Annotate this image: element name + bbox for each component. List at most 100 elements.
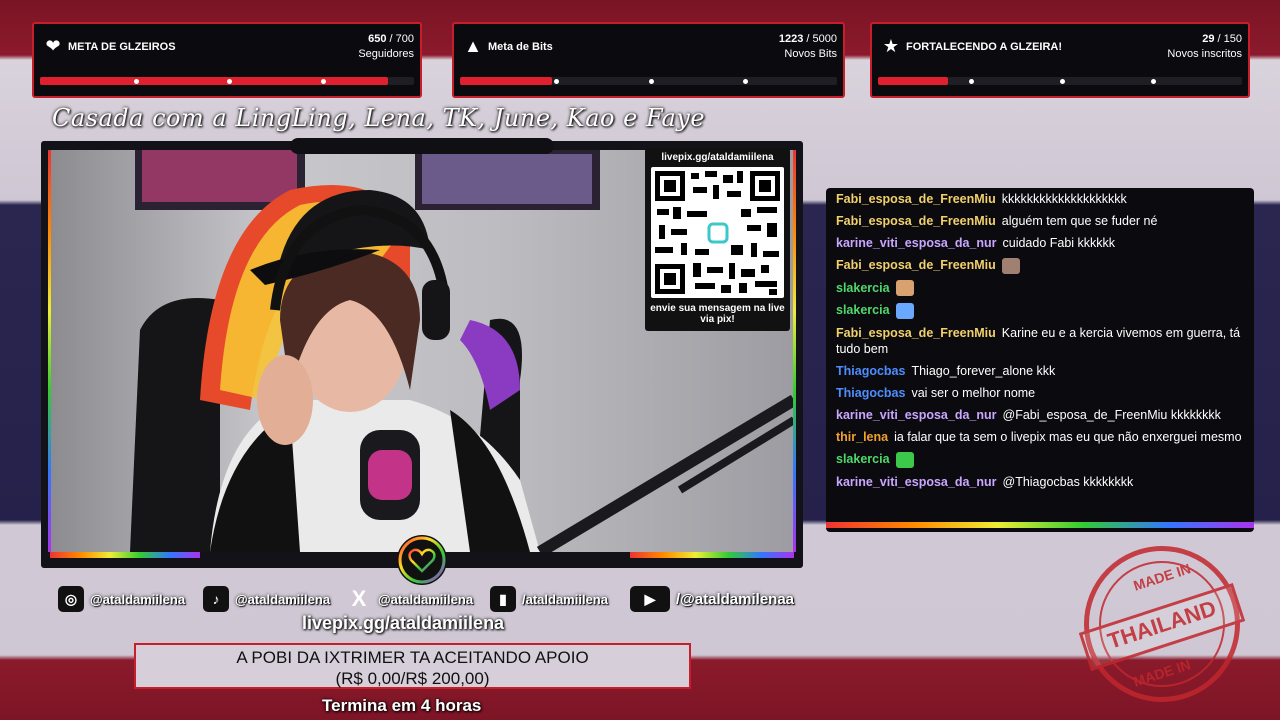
goal-progress-fill [460,77,553,85]
chat-username[interactable]: Fabi_esposa_de_FreenMiu [836,326,996,340]
made-in-thailand-stamp: MADE IN THAILAND MADE IN [1078,546,1246,702]
progress-marker [320,79,326,84]
chat-message: karine_viti_esposa_da_nur @Thiagocbas kkk… [826,473,1254,491]
youtube-icon: ▶ [630,586,670,612]
qr-caption: envie sua mensagem na live via pix! [650,303,785,325]
chat-emote-icon [895,280,914,297]
chat-username[interactable]: thir_lena [836,430,888,444]
chat-username[interactable]: karine_viti_esposa_da_nur [836,408,997,422]
rainbow-strip [793,150,796,552]
progress-marker [742,79,748,84]
progress-marker [1060,79,1065,84]
rainbow-strip [630,552,794,558]
goal-subtitle: Novos inscritos [1167,48,1242,60]
chat-username[interactable]: Fabi_esposa_de_FreenMiu [836,214,996,228]
chat-username[interactable]: slakercia [836,452,890,466]
bits-goal: ▲ Meta de Bits 1223 / 5000 Novos Bits [452,22,845,98]
goal-progress-bar [460,77,837,85]
tiktok-icon: ♪ [203,586,229,612]
chat-username[interactable]: Fabi_esposa_de_FreenMiu [836,258,996,272]
chat-username[interactable]: slakercia [836,281,890,295]
goal-title: FORTALECENDO A GLZEIRA! [906,41,1063,53]
twitch-icon: ▮ [490,586,516,612]
social-tiktok[interactable]: ♪ @ataldamiilena [203,585,330,613]
social-instagram[interactable]: ◎ @ataldamiilena [58,585,185,613]
progress-marker [554,79,560,84]
bits-icon: ▲ [464,36,482,56]
goal-current: 1223 [778,33,804,45]
chat-message: Fabi_esposa_de_FreenMiu Karine eu e a ker… [826,324,1254,358]
donation-timer: Termina em 4 horas [322,696,482,715]
chat-message: Thiagocbas Thiago_forever_alone kkk [826,362,1254,380]
goal-title: Meta de Bits [488,41,553,53]
goal-title: META DE GLZEIROS [68,41,176,53]
qr-code [651,167,784,298]
chat-message: slakercia [826,450,1254,469]
chat-text: @Fabi_esposa_de_FreenMiu kkkkkkkk [1002,408,1221,423]
social-handle: /ataldamiilena [522,591,608,607]
goal-progress-bar [878,77,1242,85]
goal-current: 29 [1202,33,1215,45]
chat-message: Fabi_esposa_de_FreenMiu alguém tem que se… [826,212,1254,230]
subs-goal: ★ FORTALECENDO A GLZEIRA! 29 / 150 Novos… [870,22,1250,98]
goal-progress-fill [878,77,949,85]
livepix-link[interactable]: livepix.gg/ataldamiilena [302,613,504,634]
goal-subtitle: Seguidores [358,48,414,60]
progress-marker [1151,79,1156,84]
chat-message: karine_viti_esposa_da_nur cuidado Fabi kk… [826,234,1254,252]
qr-url: livepix.gg/ataldamiilena [661,152,774,163]
chat-message: karine_viti_esposa_da_nur @Fabi_esposa_de… [826,406,1254,424]
progress-marker [227,79,232,84]
chat-panel[interactable]: Fabi_esposa_de_FreenMiu kkkkkkkkkkkkkkkkk… [826,188,1254,532]
social-handle: @ataldamiilena [235,591,331,607]
rainbow-strip [48,150,51,552]
chat-message: Fabi_esposa_de_FreenMiu [826,256,1254,275]
rainbow-strip [50,552,200,558]
social-x[interactable]: X @ataldamiilena [346,585,473,613]
chat-text: alguém tem que se fuder né [1001,214,1158,228]
chat-rainbow-strip [826,522,1254,528]
chat-message: Thiagocbas vai ser o melhor nome [826,384,1254,402]
progress-marker [969,79,974,84]
donation-goal-box: A POBI DA IXTRIMER TA ACEITANDO APOIO (R… [134,643,691,689]
social-youtube[interactable]: ▶ /@ataldamilenaa [630,585,794,613]
chat-username[interactable]: karine_viti_esposa_da_nur [836,475,997,489]
chat-emote-icon [895,303,914,320]
chat-text: Thiago_forever_alone kkk [911,364,1056,379]
goal-progress-fill [40,77,388,85]
goal-total: / 700 [386,33,414,45]
chat-username[interactable]: slakercia [836,303,890,317]
social-handle: @ataldamiilena [378,591,474,607]
social-handle: /@ataldamilenaa [676,590,795,608]
chat-username[interactable]: Thiagocbas [836,386,905,400]
chat-username[interactable]: Fabi_esposa_de_FreenMiu [836,192,996,206]
chat-message: slakercia [826,301,1254,320]
progress-marker [648,79,654,84]
goal-subtitle: Novos Bits [784,48,837,60]
chat-username[interactable]: Thiagocbas [836,364,905,378]
chat-username[interactable]: karine_viti_esposa_da_nur [836,236,997,250]
heart-icon: ❤ [45,36,61,56]
qr-pattern [655,171,780,295]
goal-total: / 150 [1214,33,1242,45]
followers-goal: ❤ META DE GLZEIROS 650 / 700 Seguidores [32,22,422,98]
heart-logo-icon [397,535,447,585]
chat-emote-icon [895,451,914,468]
chat-messages: Fabi_esposa_de_FreenMiu kkkkkkkkkkkkkkkkk… [826,188,1254,491]
goal-current: 650 [368,33,387,45]
donation-amount: (R$ 0,00/R$ 200,00) [335,669,490,688]
webcam-top-bar [290,138,554,154]
chat-emote-icon [1001,257,1020,274]
chat-text: kkkkkkkkkkkkkkkkkkkk [1001,192,1127,206]
progress-marker [133,79,139,84]
stream-tagline: Casada com a LingLing, Lena, TK, June, K… [52,104,706,132]
x-icon: X [351,586,367,611]
chat-text: cuidado Fabi kkkkkk [1002,236,1116,250]
chat-message: thir_lena ia falar que ta sem o livepix m… [826,428,1254,446]
chat-text: vai ser o melhor nome [911,386,1036,401]
social-handle: @ataldamiilena [90,591,186,607]
chat-message: Fabi_esposa_de_FreenMiu kkkkkkkkkkkkkkkkk… [826,190,1254,208]
goal-total: / 5000 [803,33,837,45]
star-icon: ★ [882,36,900,56]
social-twitch[interactable]: ▮ /ataldamiilena [490,585,608,613]
